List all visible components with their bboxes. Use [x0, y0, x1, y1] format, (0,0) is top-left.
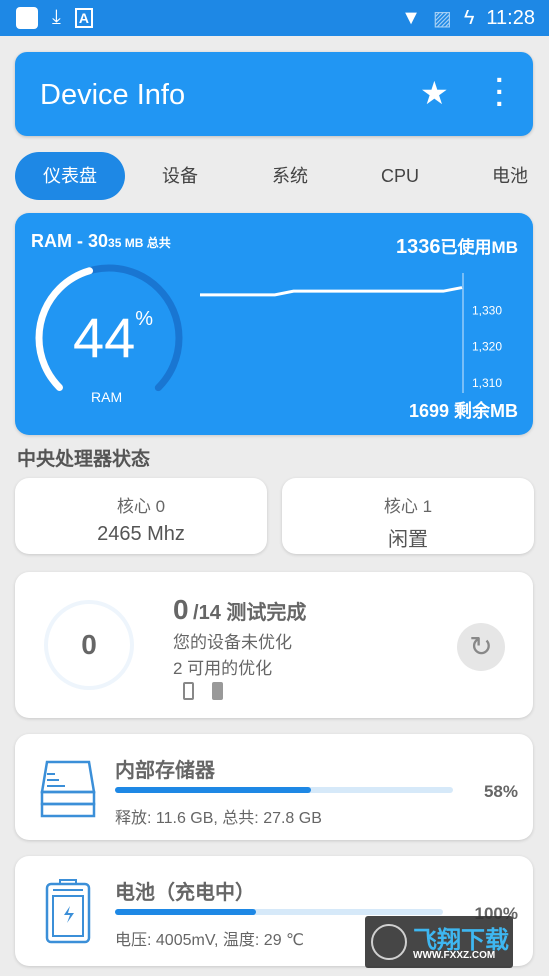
y-tick-label: 1,310 [472, 376, 502, 390]
tab-bar: 仪表盘 设备 系统 CPU 电池 [15, 152, 549, 200]
ram-card[interactable]: RAM - 3035 MB 总共 1336已使用MB 44% RAM 1,330… [15, 213, 533, 435]
storage-bar [115, 787, 453, 793]
y-tick-label: 1,330 [472, 303, 502, 317]
battery-bar [115, 909, 443, 915]
storage-card[interactable]: 内部存储器 58% 释放: 11.6 GB, 总共: 27.8 GB [15, 734, 533, 840]
test-score: 0 [44, 600, 134, 690]
core-card: 核心 0 2465 Mhz [15, 478, 267, 554]
clock: 11:28 [486, 7, 535, 29]
more-vert-icon[interactable]: · · · [493, 66, 507, 118]
storage-detail: 释放: 11.6 GB, 总共: 27.8 GB [115, 810, 322, 827]
text-icon: A [74, 7, 93, 28]
test-status: 您的设备未优化 [173, 633, 292, 652]
tab-system[interactable]: 系统 [255, 152, 325, 200]
ram-chart: 1,330 1,320 1,310 [200, 273, 502, 393]
core-label: 核心 0 [116, 497, 166, 516]
star-icon[interactable]: ★ [420, 74, 449, 112]
phone-lock-icon [212, 682, 223, 700]
refresh-icon[interactable]: ↻ [457, 623, 505, 671]
app-bar: Device Info ★ · · · [15, 52, 533, 136]
battery-title: 电池（充电中） [115, 882, 255, 904]
download-icon: ⤓ [52, 6, 61, 28]
ram-percent: 44% [73, 306, 154, 369]
storage-icon [40, 760, 96, 818]
tab-dashboard[interactable]: 仪表盘 [15, 152, 125, 200]
test-available: 2 可用的优化 [173, 659, 273, 678]
cpu-section-title: 中央处理器状态 [17, 449, 151, 470]
app-title: Device Info [40, 79, 186, 111]
ram-free: 1699 剩余MB [408, 401, 518, 421]
storage-percent: 58% [483, 782, 518, 801]
gauge-label: RAM [91, 389, 123, 405]
core-value: 2465 Mhz [97, 523, 185, 545]
core-label: 核心 1 [383, 497, 433, 516]
core-value: 闲置 [388, 529, 428, 551]
wifi-icon: ▼ [401, 7, 421, 29]
watermark-logo: 飞翔下载 WWW.FXXZ.COM [365, 916, 513, 968]
ram-title: RAM - 3035 MB 总共 [31, 231, 171, 251]
ram-used: 1336已使用MB [396, 236, 518, 258]
test-progress: 0 /14 测试完成 [173, 594, 307, 625]
phone-icon [183, 682, 194, 700]
battery-charging-icon: ϟ [463, 7, 475, 29]
test-card[interactable]: 0 0 /14 测试完成 您的设备未优化 2 可用的优化 ↻ [15, 572, 533, 718]
battery-detail: 电压: 4005mV, 温度: 29 ℃ [115, 932, 305, 949]
no-sim-icon: ▨ [432, 8, 452, 30]
tab-device[interactable]: 设备 [145, 152, 215, 200]
tab-battery[interactable]: 电池 [475, 152, 545, 200]
app-icon [16, 6, 38, 29]
storage-title: 内部存储器 [115, 760, 215, 782]
battery-icon [45, 879, 91, 944]
core-card: 核心 1 闲置 [282, 478, 534, 554]
y-tick-label: 1,320 [472, 340, 502, 354]
tab-cpu[interactable]: CPU [365, 152, 435, 200]
status-bar: ⤓ A ▼ ▨ ϟ 11:28 [0, 0, 549, 36]
ram-series-line [200, 286, 463, 297]
